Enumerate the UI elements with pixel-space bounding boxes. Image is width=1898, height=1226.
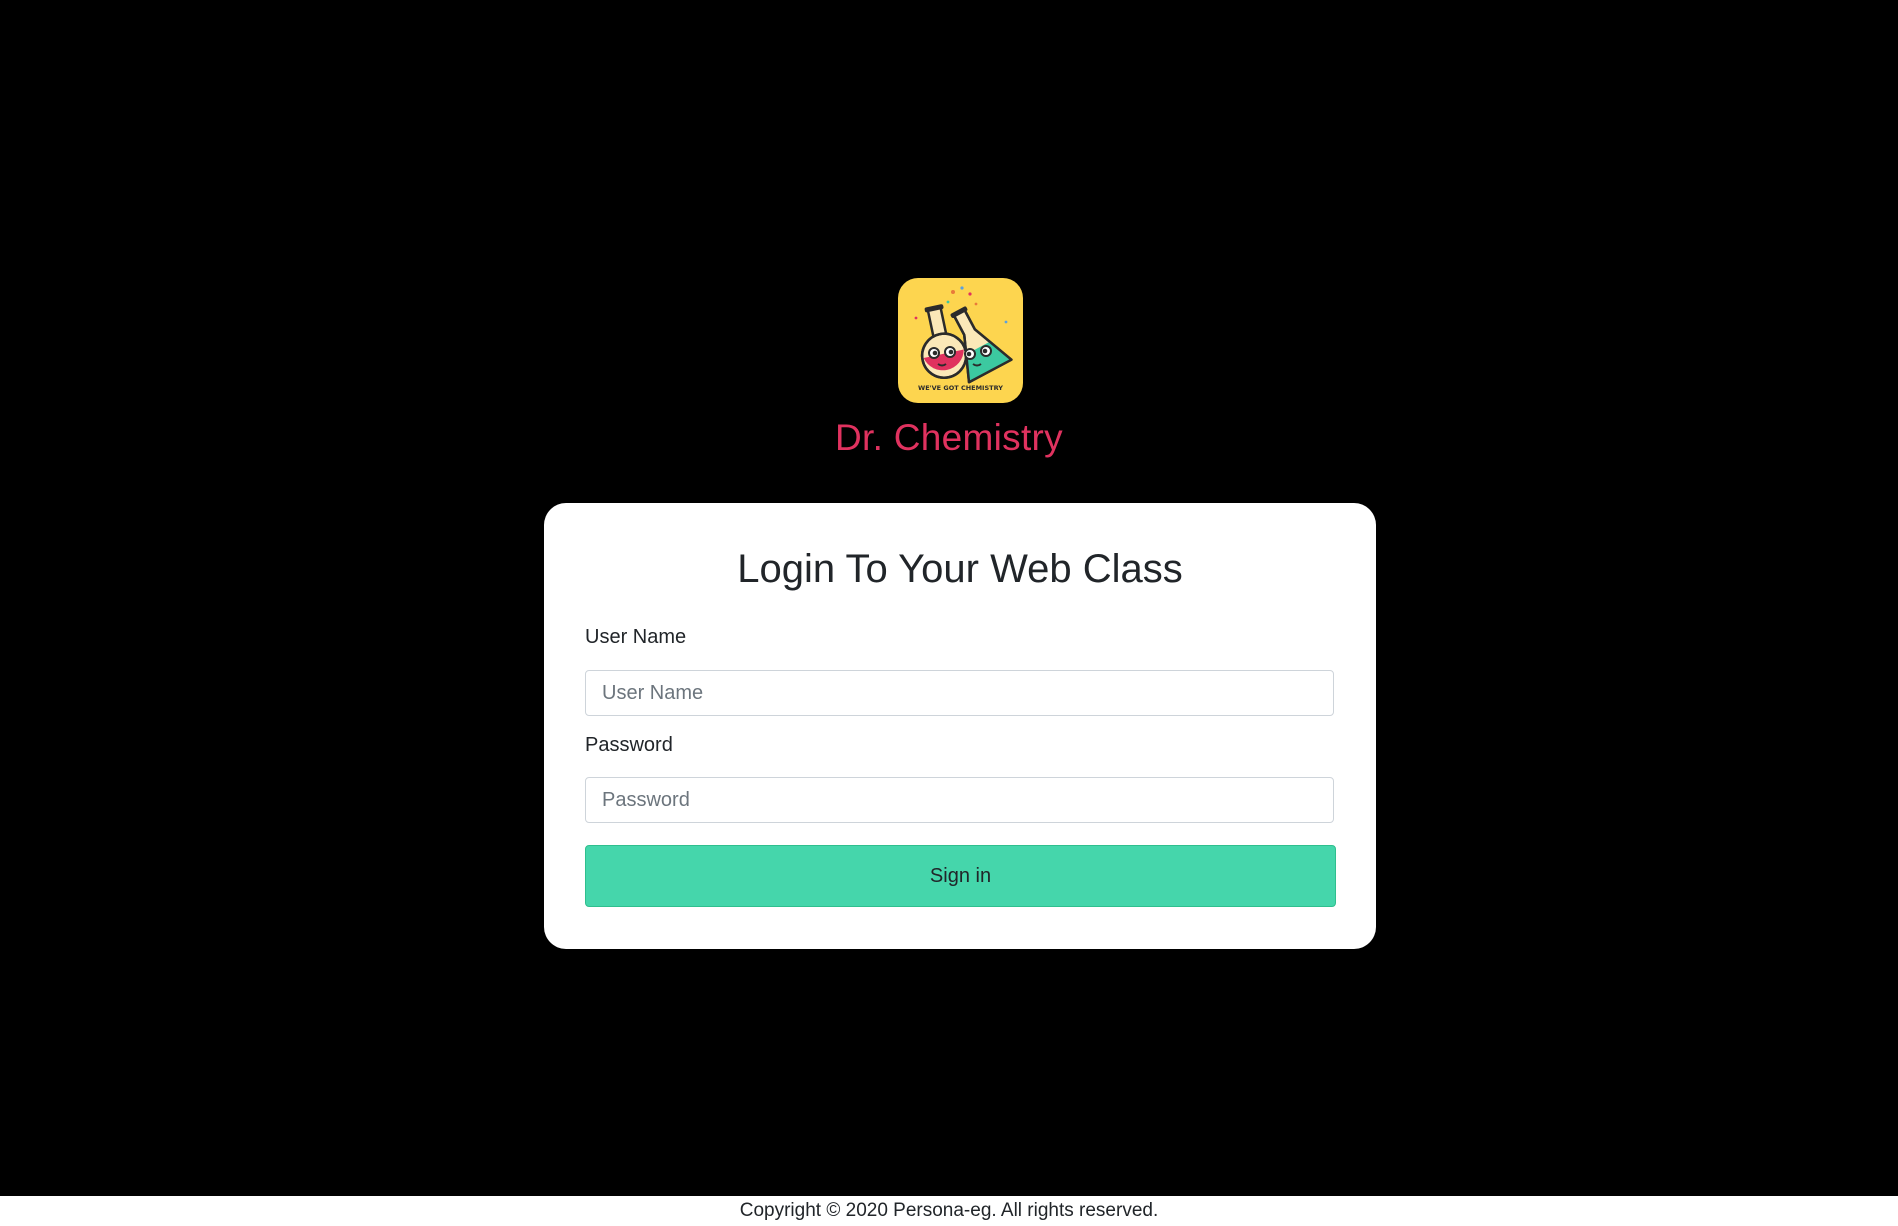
logo-caption: WE'VE GOT CHEMISTRY [918, 384, 1003, 392]
footer-copyright: Copyright © 2020 Persona-eg. All rights … [739, 1200, 1159, 1221]
brand-name: Dr. Chemistry [835, 417, 1063, 458]
login-background: WE'VE GOT CHEMISTRY Dr. Chemistry Login … [0, 0, 1898, 1196]
login-page: WE'VE GOT CHEMISTRY Dr. Chemistry Login … [0, 0, 1898, 1226]
chemistry-flasks-logo-icon: WE'VE GOT CHEMISTRY [898, 278, 1023, 403]
login-title: Login To Your Web Class [737, 547, 1183, 591]
username-label: User Name [585, 626, 687, 648]
login-card: Login To Your Web Class User Name Passwo… [544, 503, 1376, 949]
password-input[interactable] [585, 777, 1334, 823]
username-input[interactable] [585, 670, 1334, 716]
password-label: Password [585, 734, 673, 756]
sign-in-button[interactable]: Sign in [585, 845, 1336, 907]
